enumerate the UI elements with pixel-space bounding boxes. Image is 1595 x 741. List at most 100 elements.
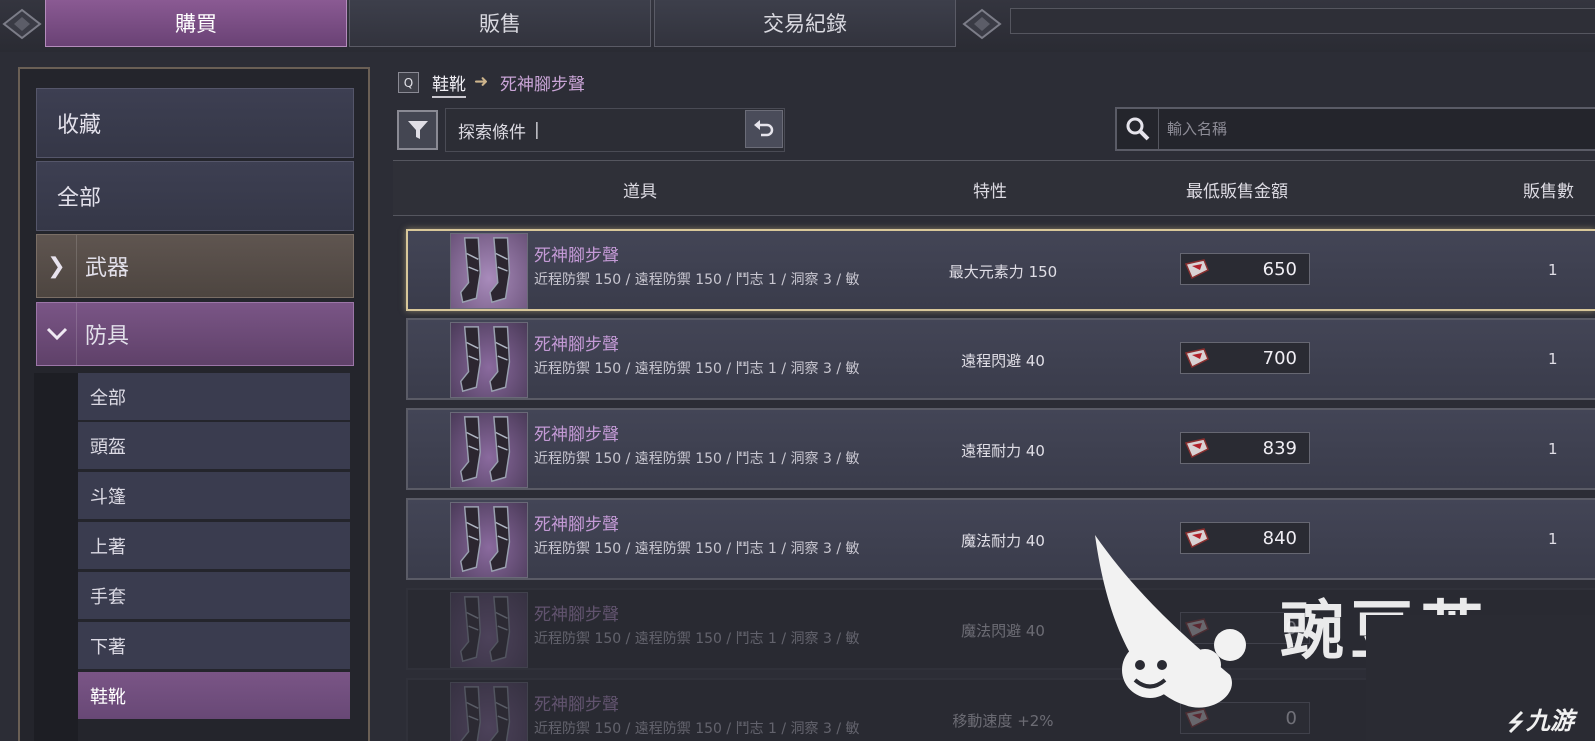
item-trait: 魔法閃避 40 (961, 622, 1045, 640)
item-quantity: 1 (1548, 261, 1558, 279)
item-trait: 魔法耐力 40 (961, 532, 1045, 550)
watermark-text-2: 九游 (1506, 701, 1574, 736)
sidebar-subitem-all[interactable]: 全部 (78, 373, 350, 421)
table-row[interactable]: 死神腳步聲近程防禦 150 / 遠程防禦 150 / 鬥志 1 / 洞察 3 /… (406, 318, 1595, 400)
search-condition-label: 探索條件 (458, 122, 526, 143)
price-value: 700 (1262, 347, 1297, 369)
boots-icon (450, 592, 528, 668)
gem-icon (1181, 523, 1213, 553)
sidebar-item-label: 防具 (85, 324, 130, 349)
boots-icon (450, 682, 528, 741)
price-box: 840 (1180, 522, 1310, 554)
chevron-down-icon (37, 303, 77, 365)
sidebar-item-favorites[interactable]: 收藏 (36, 88, 354, 158)
sidebar-subitem-top[interactable]: 上著 (78, 522, 350, 570)
gem-icon (1181, 433, 1213, 463)
undo-icon (754, 120, 774, 137)
item-stats: 近程防禦 150 / 遠程防禦 150 / 鬥志 1 / 洞察 3 / 敏 (534, 541, 860, 557)
sidebar-item-label: 全部 (57, 186, 102, 211)
text-caret: | (534, 120, 540, 140)
sidebar-subitem-cloak[interactable]: 斗篷 (78, 472, 350, 520)
boots-icon (450, 233, 528, 309)
breadcrumb-item: 死神腳步聲 (500, 75, 585, 95)
gem-icon (1181, 254, 1213, 284)
column-header-trait[interactable]: 特性 (973, 177, 1007, 202)
price-box: 0 (1180, 702, 1310, 734)
top-divider (1010, 8, 1595, 34)
column-header-quantity[interactable]: 販售數 (1523, 177, 1574, 202)
item-quantity: 1 (1548, 350, 1558, 368)
item-name: 死神腳步聲 (534, 425, 619, 445)
sidebar-subitem-boots[interactable]: 鞋靴 (78, 672, 350, 720)
subitem-label: 上著 (90, 536, 126, 558)
item-stats: 近程防禦 150 / 遠程防禦 150 / 鬥志 1 / 洞察 3 / 敏 (534, 721, 860, 737)
sidebar-subitem-helmet[interactable]: 頭盔 (78, 422, 350, 470)
table-row[interactable]: 死神腳步聲近程防禦 150 / 遠程防禦 150 / 鬥志 1 / 洞察 3 /… (406, 408, 1595, 490)
watermark-mark-icon (1506, 710, 1526, 734)
item-stats: 近程防禦 150 / 遠程防禦 150 / 鬥志 1 / 洞察 3 / 敏 (534, 451, 860, 467)
item-trait: 移動速度 +2% (952, 712, 1054, 730)
tab-buy-label: 購買 (175, 12, 217, 36)
tab-buy[interactable]: 購買 (45, 0, 347, 47)
subitem-label: 斗篷 (90, 486, 126, 508)
ornament-icon (0, 4, 44, 44)
item-stats: 近程防禦 150 / 遠程防禦 150 / 鬥志 1 / 洞察 3 / 敏 (534, 272, 860, 288)
subitem-label: 下著 (90, 636, 126, 658)
table-row[interactable]: 死神腳步聲近程防禦 150 / 遠程防禦 150 / 鬥志 1 / 洞察 3 /… (406, 229, 1595, 311)
tab-history[interactable]: 交易紀錄 (654, 0, 956, 47)
gem-icon (1181, 613, 1213, 643)
item-quantity: 1 (1548, 530, 1558, 548)
subitem-label: 手套 (90, 586, 126, 608)
item-stats: 近程防禦 150 / 遠程防禦 150 / 鬥志 1 / 洞察 3 / 敏 (534, 361, 860, 377)
price-value: 650 (1262, 258, 1297, 280)
subitem-label: 頭盔 (90, 436, 126, 458)
price-value: 839 (1262, 437, 1297, 459)
price-box: 700 (1180, 342, 1310, 374)
table-row[interactable]: 死神腳步聲近程防禦 150 / 遠程防禦 150 / 鬥志 1 / 洞察 3 /… (406, 498, 1595, 580)
subitem-gutter (34, 373, 78, 741)
sidebar-item-armor[interactable]: 防具 (36, 302, 354, 366)
sidebar-item-label: 武器 (85, 256, 130, 281)
item-stats: 近程防禦 150 / 遠程防禦 150 / 鬥志 1 / 洞察 3 / 敏 (534, 631, 860, 647)
item-name: 死神腳步聲 (534, 605, 619, 625)
sidebar-item-weapons[interactable]: ❯ 武器 (36, 234, 354, 298)
boots-icon (450, 502, 528, 578)
tab-history-label: 交易紀錄 (763, 12, 847, 36)
item-trait: 遠程耐力 40 (961, 442, 1045, 460)
item-name: 死神腳步聲 (534, 695, 619, 715)
price-box: 650 (1180, 253, 1310, 285)
item-quantity: 1 (1548, 440, 1558, 458)
price-value: 840 (1262, 527, 1297, 549)
item-trait: 遠程閃避 40 (961, 352, 1045, 370)
item-name: 死神腳步聲 (534, 335, 619, 355)
hotkey-q-badge: Q (398, 72, 419, 93)
item-trait: 最大元素力 150 (948, 263, 1058, 281)
price-value: 0 (1285, 707, 1297, 729)
sidebar-subitem-gloves[interactable]: 手套 (78, 572, 350, 620)
boots-icon (450, 412, 528, 488)
ornament-icon (960, 4, 1004, 44)
tab-sell[interactable]: 販售 (349, 0, 651, 47)
reset-filter-button[interactable] (745, 110, 783, 148)
gem-icon (1181, 703, 1213, 733)
breadcrumb-arrow-icon: ➜ (474, 72, 489, 92)
chevron-right-icon: ❯ (37, 235, 77, 297)
tab-sell-label: 販售 (479, 12, 521, 36)
item-name: 死神腳步聲 (534, 515, 619, 535)
column-header-min-price[interactable]: 最低販售金額 (1186, 177, 1288, 202)
price-box: 839 (1180, 432, 1310, 464)
breadcrumb-category[interactable]: 鞋靴 (432, 70, 466, 98)
search-condition-field[interactable]: 探索條件 | (445, 108, 785, 152)
name-search-input[interactable] (1167, 120, 1567, 138)
column-header-item[interactable]: 道具 (623, 177, 657, 202)
filter-button[interactable] (397, 110, 438, 150)
subitem-label: 鞋靴 (90, 686, 126, 708)
name-search-box[interactable] (1115, 107, 1595, 151)
sidebar-subitem-bottom[interactable]: 下著 (78, 622, 350, 670)
filter-icon (407, 121, 428, 139)
search-icon (1117, 109, 1159, 149)
boots-icon (450, 322, 528, 398)
sidebar-item-all[interactable]: 全部 (36, 161, 354, 231)
gem-icon (1181, 343, 1213, 373)
item-name: 死神腳步聲 (534, 246, 619, 266)
